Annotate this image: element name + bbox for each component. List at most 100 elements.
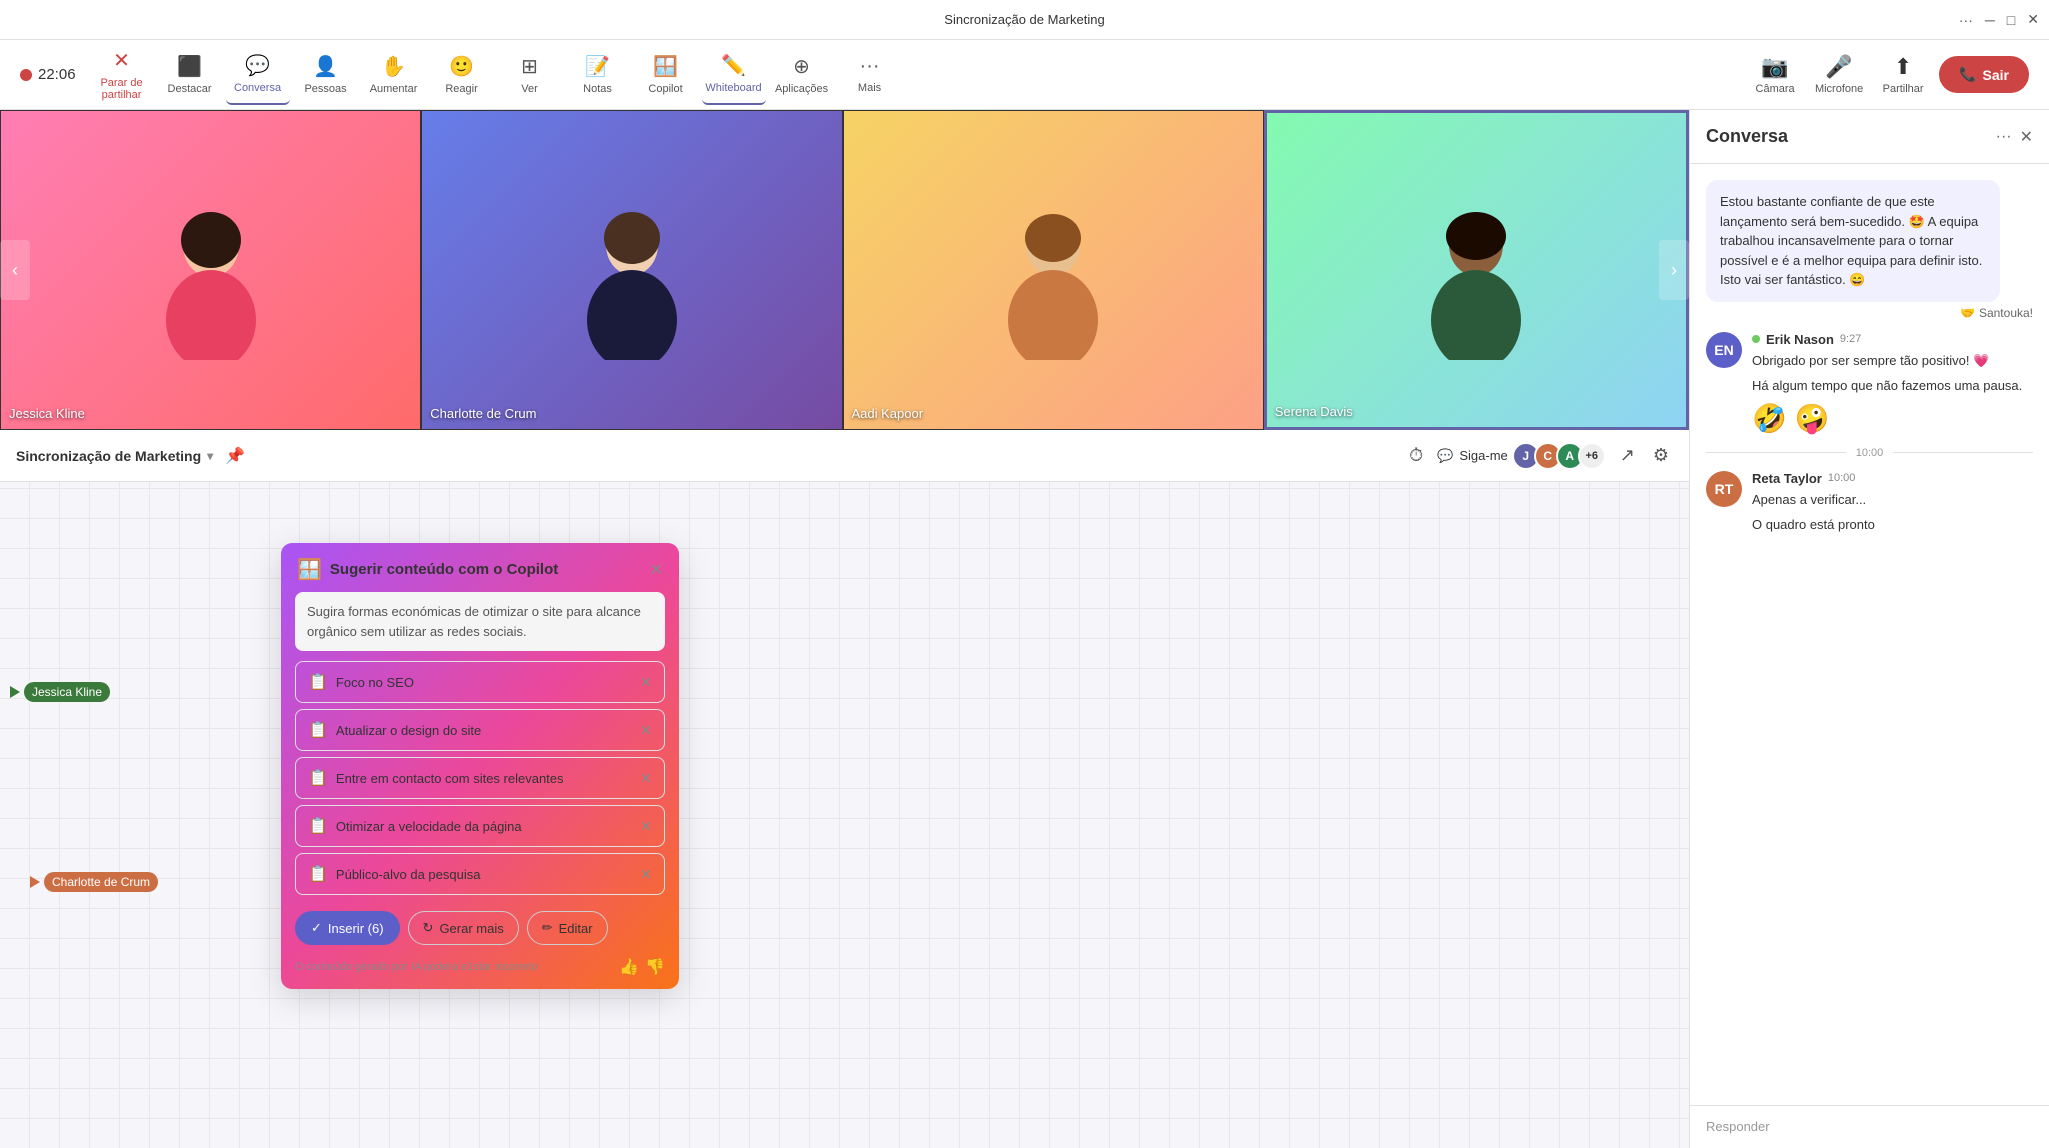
copilot-footer: O conteúdo gerado por IA poderá e1star i… [281, 951, 679, 989]
copilot-title: 🪟 Sugerir conteúdo com o Copilot [297, 557, 558, 582]
charlotte-photo [422, 111, 841, 429]
copilot-actions: ✓ Inserir (6) ↻ Gerar mais ✏ Editar [281, 901, 679, 951]
react-button[interactable]: 🙂 Reagir [430, 45, 494, 105]
minimize-icon[interactable]: ─ [1985, 12, 1995, 28]
notes-label: Notas [583, 83, 612, 95]
whiteboard-canvas [0, 482, 1689, 1148]
share-button[interactable]: ⬆ Partilhar [1875, 47, 1931, 103]
timer-display: 22:06 [38, 66, 76, 83]
follow-me-button[interactable]: 💬 Siga-me [1437, 448, 1508, 464]
thumbs-down-button[interactable]: 👎 [645, 957, 665, 977]
more-options-icon[interactable]: ··· [1959, 12, 1973, 28]
chat-button[interactable]: 💬 Conversa [226, 45, 290, 105]
cursor-arrow-jessica [10, 686, 20, 698]
pin-icon[interactable]: 📌 [225, 446, 245, 466]
camera-icon: 📷 [1761, 54, 1788, 80]
remove-suggestion-4[interactable]: ✕ [640, 866, 652, 883]
remove-suggestion-3[interactable]: ✕ [640, 818, 652, 835]
apps-button[interactable]: ⊕ Aplicações [770, 45, 834, 105]
message-reta: RT Reta Taylor 10:00 Apenas a verificar.… [1706, 471, 2033, 535]
nav-next-button[interactable]: › [1659, 240, 1689, 300]
thumbs-up-button[interactable]: 👍 [619, 957, 639, 977]
stop-share-button[interactable]: ✕ Parar de partilhar [90, 45, 154, 105]
emoji-laughing: 🤣 [1752, 402, 1787, 435]
suggestion-item-0[interactable]: 📋 Foco no SEO ✕ [295, 661, 665, 703]
nav-prev-button[interactable]: ‹ [0, 240, 30, 300]
camera-label: Câmara [1756, 83, 1795, 95]
suggestion-icon-2: 📋 [308, 768, 328, 788]
maximize-icon[interactable]: □ [2007, 12, 2015, 28]
copilot-close-button[interactable]: ✕ [650, 560, 663, 580]
copilot-header: 🪟 Sugerir conteúdo com o Copilot ✕ [281, 543, 679, 592]
view-label: Ver [521, 83, 538, 95]
window-title: Sincronização de Marketing [944, 12, 1104, 27]
cursor-charlotte: Charlotte de Crum [30, 872, 158, 892]
remove-suggestion-2[interactable]: ✕ [640, 770, 652, 787]
highlight-button[interactable]: ⬛ Destacar [158, 45, 222, 105]
timer-icon-btn[interactable]: ⏱ [1405, 441, 1427, 470]
aadi-name: Aadi Kapoor [852, 406, 924, 421]
suggestion-icon-1: 📋 [308, 720, 328, 740]
people-button[interactable]: 👤 Pessoas [294, 45, 358, 105]
title-bar: Sincronização de Marketing ··· ─ □ ✕ [0, 0, 2049, 40]
insert-button[interactable]: ✓ Inserir (6) [295, 911, 400, 945]
camera-button[interactable]: 📷 Câmara [1747, 47, 1803, 103]
toolbar: 22:06 ✕ Parar de partilhar ⬛ Destacar 💬 … [0, 40, 2049, 110]
erik-status-dot [1752, 335, 1760, 343]
close-icon[interactable]: ✕ [2027, 11, 2039, 28]
whiteboard-button[interactable]: ✏️ Whiteboard [702, 45, 766, 105]
reta-line-1: Apenas a verificar... [1752, 490, 2033, 510]
share-meeting-btn[interactable]: ↗ [1616, 441, 1639, 470]
chat-close-button[interactable]: ✕ [2020, 127, 2033, 147]
view-button[interactable]: ⊞ Ver [498, 45, 562, 105]
reta-avatar: RT [1706, 471, 1742, 507]
view-icon: ⊞ [521, 54, 538, 79]
suggestion-item-4[interactable]: 📋 Público-alvo da pesquisa ✕ [295, 853, 665, 895]
avatar-count[interactable]: +6 [1578, 442, 1606, 470]
time-divider-1000: 10:00 [1706, 447, 2033, 459]
cursor-label-jessica: Jessica Kline [24, 682, 110, 702]
stop-share-icon: ✕ [113, 48, 130, 73]
chat-title: Conversa [1706, 126, 1788, 147]
whiteboard-area[interactable]: Aadi Kapoor Kat Larsson Jessica Kline Ch… [0, 482, 1689, 1148]
chat-input-placeholder[interactable]: Responder [1706, 1119, 1770, 1134]
chat-input-area[interactable]: Responder [1690, 1105, 2049, 1148]
more-button[interactable]: ··· Mais [838, 45, 902, 105]
content-area: ‹ Jessica Kline [0, 110, 1689, 1148]
chat-messages: Estou bastante confiante de que este lan… [1690, 164, 2049, 1105]
mic-button[interactable]: 🎤 Microfone [1811, 47, 1867, 103]
mic-label: Microfone [1815, 83, 1863, 95]
edit-button[interactable]: ✏ Editar [527, 911, 608, 945]
whiteboard-icon: ✏️ [721, 53, 746, 78]
copilot-button[interactable]: 🪟 Copilot [634, 45, 698, 105]
suggestion-item-3[interactable]: 📋 Otimizar a velocidade da página ✕ [295, 805, 665, 847]
chevron-down-icon[interactable]: ▾ [207, 449, 213, 463]
chat-more-button[interactable]: ··· [1996, 128, 2012, 146]
remove-suggestion-0[interactable]: ✕ [640, 674, 652, 691]
suggestion-left-1: 📋 Atualizar o design do site [308, 720, 481, 740]
settings-btn[interactable]: ⚙ [1649, 441, 1673, 470]
toolbar-right: 📷 Câmara 🎤 Microfone ⬆ Partilhar 📞 Sair [1747, 47, 2029, 103]
recording-indicator [20, 69, 32, 81]
more-icon: ··· [860, 55, 880, 78]
cursor-arrow-charlotte [30, 876, 40, 888]
highlight-icon: ⬛ [177, 54, 202, 79]
feedback-buttons: 👍 👎 [619, 957, 665, 977]
remove-suggestion-1[interactable]: ✕ [640, 722, 652, 739]
message-santouka: Estou bastante confiante de que este lan… [1706, 180, 2033, 320]
emoji-crazy: 🤪 [1795, 402, 1830, 435]
highlight-label: Destacar [168, 83, 212, 95]
meeting-controls-bar: Sincronização de Marketing ▾ 📌 ⏱ 💬 Siga-… [0, 430, 1689, 482]
end-call-button[interactable]: 📞 Sair [1939, 56, 2029, 93]
suggestion-item-2[interactable]: 📋 Entre em contacto com sites relevantes… [295, 757, 665, 799]
chat-icon: 💬 [245, 53, 270, 78]
generate-more-button[interactable]: ↻ Gerar mais [408, 911, 519, 945]
suggestion-left-4: 📋 Público-alvo da pesquisa [308, 864, 480, 884]
video-tile-charlotte: Charlotte de Crum [421, 110, 842, 430]
suggestion-left-0: 📋 Foco no SEO [308, 672, 414, 692]
raise-hand-button[interactable]: ✋ Aumentar [362, 45, 426, 105]
video-tile-serena: Serena Davis [1264, 110, 1689, 430]
cursor-jessica: Jessica Kline [10, 682, 110, 702]
suggestion-item-1[interactable]: 📋 Atualizar o design do site ✕ [295, 709, 665, 751]
notes-button[interactable]: 📝 Notas [566, 45, 630, 105]
